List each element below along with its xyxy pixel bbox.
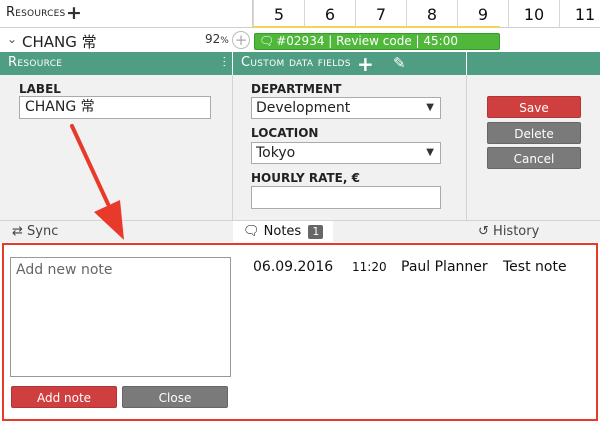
- custom-fields-header: Custom data fields + ✎: [233, 52, 466, 76]
- resources-label: Resources: [6, 5, 66, 20]
- tab-sync-label: Sync: [27, 224, 59, 239]
- add-resource-icon[interactable]: +: [66, 3, 82, 23]
- task-bar[interactable]: 🗨 #02934 | Review code | 45:00: [254, 33, 500, 50]
- actions-panel-header: [467, 52, 600, 75]
- day-column: 9: [457, 0, 508, 28]
- resource-panel-title: Resource: [8, 55, 63, 70]
- history-icon: ↺: [478, 224, 489, 239]
- tab-sync[interactable]: ⇄ Sync: [12, 221, 58, 243]
- department-caption: DEPARTMENT: [251, 82, 342, 96]
- department-select[interactable]: Development ▼: [251, 97, 441, 119]
- custom-fields-title: Custom data fields: [241, 55, 351, 70]
- pencil-icon[interactable]: ✎: [393, 54, 406, 72]
- sync-icon: ⇄: [12, 224, 23, 239]
- divider: [466, 75, 467, 220]
- tab-notes[interactable]: 🗨 Notes 1: [233, 221, 333, 243]
- hourly-rate-field[interactable]: [251, 186, 441, 209]
- comment-icon: 🗨: [259, 34, 275, 48]
- department-value: Development: [256, 100, 351, 116]
- chevron-down-icon: ▼: [426, 147, 434, 158]
- add-task-icon[interactable]: +: [232, 31, 250, 49]
- tab-history[interactable]: ↺ History: [478, 221, 539, 243]
- tab-notes-label: Notes: [263, 224, 302, 239]
- divider: [232, 75, 233, 220]
- day-column: 11: [559, 0, 600, 28]
- save-button[interactable]: Save: [487, 96, 581, 118]
- location-select[interactable]: Tokyo ▼: [251, 142, 441, 164]
- label-caption: LABEL: [19, 82, 61, 96]
- utilization-unit: %: [220, 36, 229, 46]
- cancel-button[interactable]: Cancel: [487, 147, 581, 169]
- timeline-header: Resources + 5 6 7 8 9 10 11: [0, 0, 600, 28]
- add-field-icon[interactable]: +: [357, 52, 374, 76]
- sliders-icon[interactable]: ⫶: [223, 55, 227, 71]
- hourly-rate-caption: HOURLY RATE, €: [251, 171, 360, 185]
- location-caption: LOCATION: [251, 126, 319, 140]
- resource-panel-header: Resource ⫶: [0, 52, 232, 75]
- resource-name: CHANG 常: [22, 33, 97, 51]
- location-value: Tokyo: [256, 145, 296, 161]
- day-column: 6: [304, 0, 355, 28]
- tab-bar: ⇄ Sync 🗨 Notes 1 ↺ History: [0, 220, 600, 243]
- resources-header: Resources +: [0, 0, 253, 28]
- utilization-badge: 92%: [205, 32, 229, 46]
- speech-bubble-icon: 🗨: [243, 224, 260, 239]
- utilization-value: 92: [205, 32, 221, 46]
- highlight-frame: [2, 243, 598, 421]
- tab-history-label: History: [493, 224, 540, 239]
- chevron-down-icon: ▼: [426, 102, 434, 113]
- task-label: #02934 | Review code | 45:00: [276, 34, 458, 48]
- notes-count-badge: 1: [308, 225, 324, 239]
- delete-button[interactable]: Delete: [487, 122, 581, 144]
- day-column: 8: [406, 0, 457, 28]
- day-column: 10: [508, 0, 559, 28]
- label-field[interactable]: CHANG 常: [19, 96, 211, 119]
- day-column: 5: [253, 0, 304, 28]
- chevron-down-icon[interactable]: ⌄: [7, 32, 17, 46]
- day-column: 7: [355, 0, 406, 28]
